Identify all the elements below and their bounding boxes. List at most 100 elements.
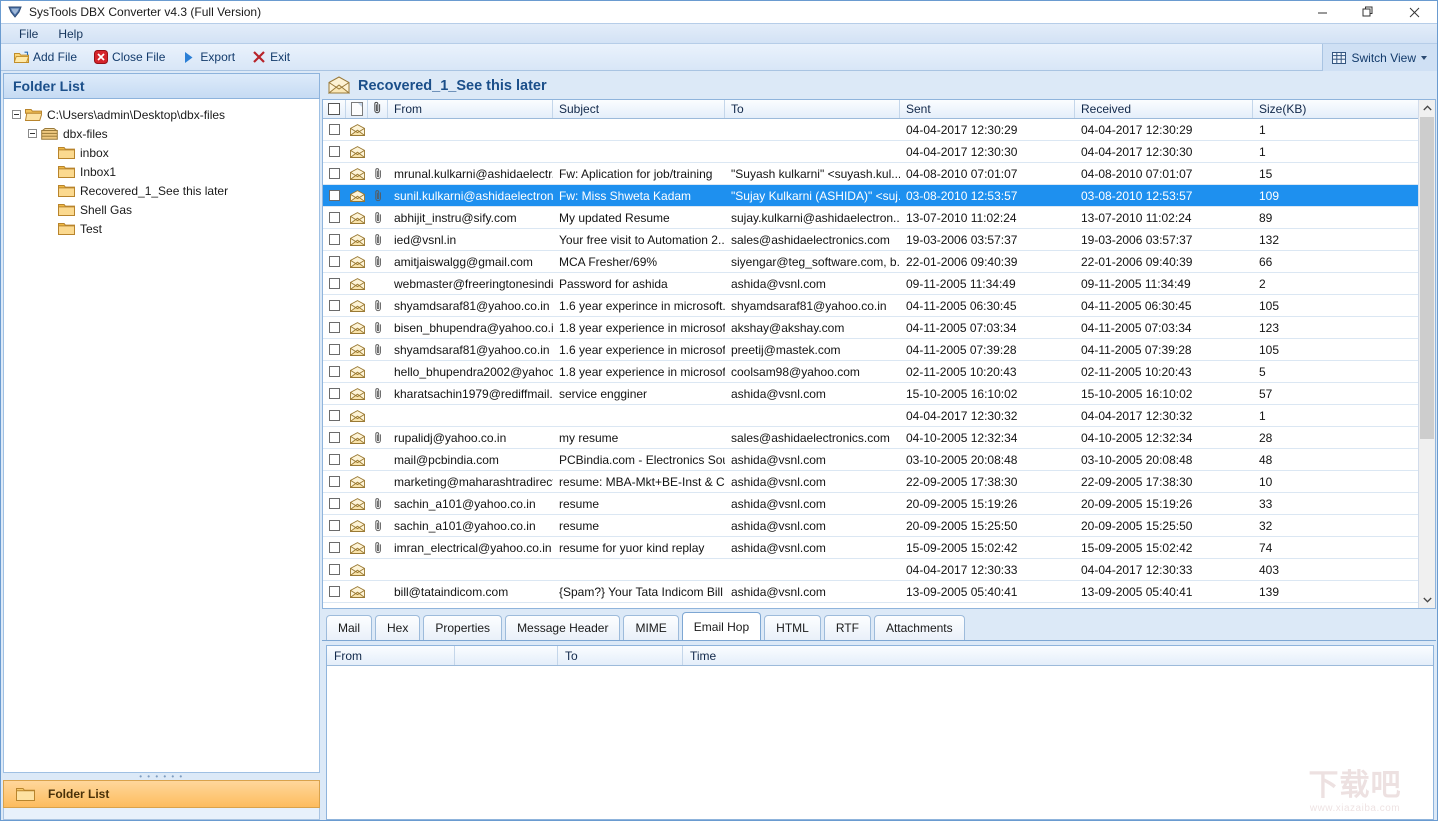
row-checkbox-cell[interactable] xyxy=(323,471,346,492)
table-row[interactable]: kharatsachin1979@rediffmail....service e… xyxy=(323,383,1418,405)
message-scrollbar[interactable] xyxy=(1418,100,1435,608)
row-checkbox[interactable] xyxy=(329,476,340,487)
table-row[interactable]: mrunal.kulkarni@ashidaelectr...Fw: Aplic… xyxy=(323,163,1418,185)
row-checkbox[interactable] xyxy=(329,454,340,465)
message-rows[interactable]: 04-04-2017 12:30:2904-04-2017 12:30:2910… xyxy=(323,119,1418,608)
row-checkbox-cell[interactable] xyxy=(323,361,346,382)
row-checkbox[interactable] xyxy=(329,212,340,223)
table-row[interactable]: 04-04-2017 12:30:3304-04-2017 12:30:3340… xyxy=(323,559,1418,581)
column-header-message-icon[interactable] xyxy=(346,100,368,118)
tree-node[interactable]: Recovered_1_See this later xyxy=(4,181,319,200)
row-checkbox[interactable] xyxy=(329,410,340,421)
detail-tabs[interactable]: MailHexPropertiesMessage HeaderMIMEEmail… xyxy=(322,609,1436,641)
column-header-from[interactable]: From xyxy=(388,100,553,118)
row-checkbox[interactable] xyxy=(329,146,340,157)
table-row[interactable]: 04-04-2017 12:30:3204-04-2017 12:30:321 xyxy=(323,405,1418,427)
row-checkbox[interactable] xyxy=(329,366,340,377)
column-header-size[interactable]: Size(KB) xyxy=(1253,100,1418,118)
column-header-received[interactable]: Received xyxy=(1075,100,1253,118)
menu-item-help[interactable]: Help xyxy=(48,25,93,43)
row-checkbox[interactable] xyxy=(329,432,340,443)
column-header-subject[interactable]: Subject xyxy=(553,100,725,118)
row-checkbox[interactable] xyxy=(329,498,340,509)
row-checkbox-cell[interactable] xyxy=(323,317,346,338)
exit-button[interactable]: Exit xyxy=(245,48,296,67)
row-checkbox[interactable] xyxy=(329,124,340,135)
table-row[interactable]: shyamdsaraf81@yahoo.co.in1.6 year experi… xyxy=(323,295,1418,317)
tree-node[interactable]: Inbox1 xyxy=(4,162,319,181)
row-checkbox-cell[interactable] xyxy=(323,537,346,558)
tab-email-hop[interactable]: Email Hop xyxy=(682,612,761,640)
tab-message-header[interactable]: Message Header xyxy=(505,615,620,640)
tab-attachments[interactable]: Attachments xyxy=(874,615,965,640)
tab-html[interactable]: HTML xyxy=(764,615,821,640)
scrollbar-thumb[interactable] xyxy=(1420,117,1434,439)
table-row[interactable]: ied@vsnl.inYour free visit to Automation… xyxy=(323,229,1418,251)
column-header-sent[interactable]: Sent xyxy=(900,100,1075,118)
scroll-up-button[interactable] xyxy=(1419,100,1435,117)
row-checkbox-cell[interactable] xyxy=(323,559,346,580)
tree-node[interactable]: C:\Users\admin\Desktop\dbx-files xyxy=(4,105,319,124)
row-checkbox-cell[interactable] xyxy=(323,603,346,608)
table-row[interactable]: bisen_bhupendra@yahoo.co.in1.8 year expe… xyxy=(323,317,1418,339)
row-checkbox-cell[interactable] xyxy=(323,427,346,448)
menu-item-file[interactable]: File xyxy=(9,25,48,43)
table-row[interactable]: sachin_a101@yahoo.co.inresumeashida@vsnl… xyxy=(323,493,1418,515)
folder-tree[interactable]: C:\Users\admin\Desktop\dbx-filesdbx-file… xyxy=(3,99,320,773)
maximize-button[interactable] xyxy=(1345,1,1391,23)
folder-list-tab[interactable]: Folder List xyxy=(3,780,320,808)
row-checkbox[interactable] xyxy=(329,520,340,531)
table-row[interactable]: bill@tataindicom.com{Spam?} Your Tata In… xyxy=(323,581,1418,603)
scrollbar-track[interactable] xyxy=(1419,117,1435,591)
column-header-attachment[interactable] xyxy=(368,100,388,118)
row-checkbox-cell[interactable] xyxy=(323,383,346,404)
row-checkbox-cell[interactable] xyxy=(323,251,346,272)
tree-node[interactable]: Shell Gas xyxy=(4,200,319,219)
close-file-button[interactable]: Close File xyxy=(87,48,171,67)
tab-rtf[interactable]: RTF xyxy=(824,615,871,640)
close-button[interactable] xyxy=(1391,1,1437,23)
hop-column-time[interactable]: Time xyxy=(683,646,1433,665)
hop-column-blank[interactable] xyxy=(455,646,558,665)
row-checkbox-cell[interactable] xyxy=(323,229,346,250)
row-checkbox-cell[interactable] xyxy=(323,339,346,360)
row-checkbox[interactable] xyxy=(329,190,340,201)
tab-properties[interactable]: Properties xyxy=(423,615,502,640)
table-row[interactable]: rupalidj@yahoo.co.inmy resumesales@ashid… xyxy=(323,427,1418,449)
tree-node[interactable]: dbx-files xyxy=(4,124,319,143)
add-file-button[interactable]: Add File xyxy=(8,48,83,67)
row-checkbox[interactable] xyxy=(329,564,340,575)
row-checkbox[interactable] xyxy=(329,256,340,267)
export-button[interactable]: Export xyxy=(175,48,241,67)
row-checkbox-cell[interactable] xyxy=(323,163,346,184)
row-checkbox[interactable] xyxy=(329,322,340,333)
row-checkbox-cell[interactable] xyxy=(323,273,346,294)
tree-expander-icon[interactable] xyxy=(28,129,37,138)
scroll-down-button[interactable] xyxy=(1419,591,1435,608)
hop-column-from[interactable]: From xyxy=(327,646,455,665)
tree-node[interactable]: inbox xyxy=(4,143,319,162)
table-row[interactable]: abhijit_instru@sify.comMy updated Resume… xyxy=(323,207,1418,229)
row-checkbox-cell[interactable] xyxy=(323,515,346,536)
row-checkbox[interactable] xyxy=(329,542,340,553)
tree-node[interactable]: Test xyxy=(4,219,319,238)
switch-view-button[interactable]: Switch View xyxy=(1322,44,1437,71)
row-checkbox[interactable] xyxy=(329,388,340,399)
tab-hex[interactable]: Hex xyxy=(375,615,420,640)
table-row[interactable]: mail@pcbindia.comPCBindia.com - Electron… xyxy=(323,449,1418,471)
row-checkbox-cell[interactable] xyxy=(323,449,346,470)
row-checkbox[interactable] xyxy=(329,344,340,355)
row-checkbox[interactable] xyxy=(329,278,340,289)
row-checkbox-cell[interactable] xyxy=(323,185,346,206)
row-checkbox-cell[interactable] xyxy=(323,581,346,602)
table-row[interactable]: sunil.kulkarni@ashidaelectron...Fw: Miss… xyxy=(323,185,1418,207)
table-row[interactable]: marketing@maharashtradirect...resume: MB… xyxy=(323,471,1418,493)
panel-splitter[interactable]: • • • • • • xyxy=(3,773,320,780)
row-checkbox-cell[interactable] xyxy=(323,141,346,162)
tab-mime[interactable]: MIME xyxy=(623,615,678,640)
row-checkbox-cell[interactable] xyxy=(323,295,346,316)
select-all-checkbox-cell[interactable] xyxy=(323,100,346,118)
column-header-to[interactable]: To xyxy=(725,100,900,118)
row-checkbox[interactable] xyxy=(329,300,340,311)
select-all-checkbox[interactable] xyxy=(328,103,340,115)
